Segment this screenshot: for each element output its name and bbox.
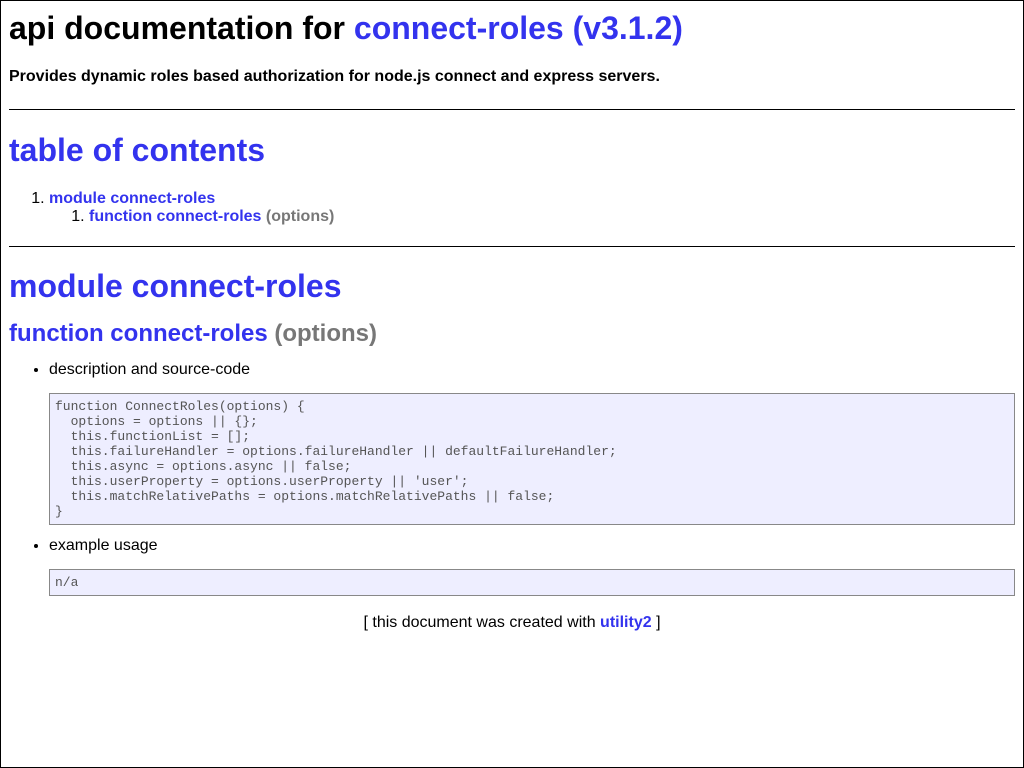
example-usage-label: example usage [49, 537, 158, 554]
divider [9, 109, 1015, 110]
function-params: (options) [274, 320, 377, 347]
list-item: description and source-code function Con… [49, 360, 1015, 525]
source-code-block: function ConnectRoles(options) { options… [49, 393, 1015, 525]
function-detail-list: description and source-code function Con… [9, 360, 1015, 596]
list-item: example usage n/a [49, 536, 1015, 596]
toc-sublist: function connect-roles (options) [49, 208, 1015, 226]
toc-function-link[interactable]: function connect-roles (options) [89, 208, 334, 225]
toc-function-name: function connect-roles [89, 208, 262, 225]
toc-function-params: (options) [265, 208, 335, 225]
toc-item-function: function connect-roles (options) [89, 208, 1015, 226]
utility2-link[interactable]: utility2 [600, 614, 652, 631]
package-version-link[interactable]: connect-roles (v3.1.2) [354, 10, 683, 46]
example-code-block: n/a [49, 569, 1015, 596]
page-title-prefix: api documentation for [9, 10, 345, 46]
toc-heading: table of contents [9, 132, 266, 168]
table-of-contents: module connect-roles function connect-ro… [9, 190, 1015, 226]
page-title: api documentation for connect-roles (v3.… [9, 1, 1015, 47]
package-description: Provides dynamic roles based authorizati… [9, 68, 660, 85]
footer: [ this document was created with utility… [9, 613, 1015, 633]
toc-module-link[interactable]: module connect-roles [49, 190, 215, 207]
toc-item-module: module connect-roles function connect-ro… [49, 190, 1015, 226]
divider [9, 246, 1015, 247]
module-heading: module connect-roles [9, 268, 342, 304]
page-frame: api documentation for connect-roles (v3.… [0, 0, 1024, 768]
function-heading: function connect-roles (options) [9, 319, 1015, 349]
footer-prefix: [ this document was created with [363, 614, 596, 631]
function-name: function connect-roles [9, 320, 268, 347]
description-label: description and source-code [49, 361, 251, 378]
footer-suffix: ] [656, 614, 661, 631]
